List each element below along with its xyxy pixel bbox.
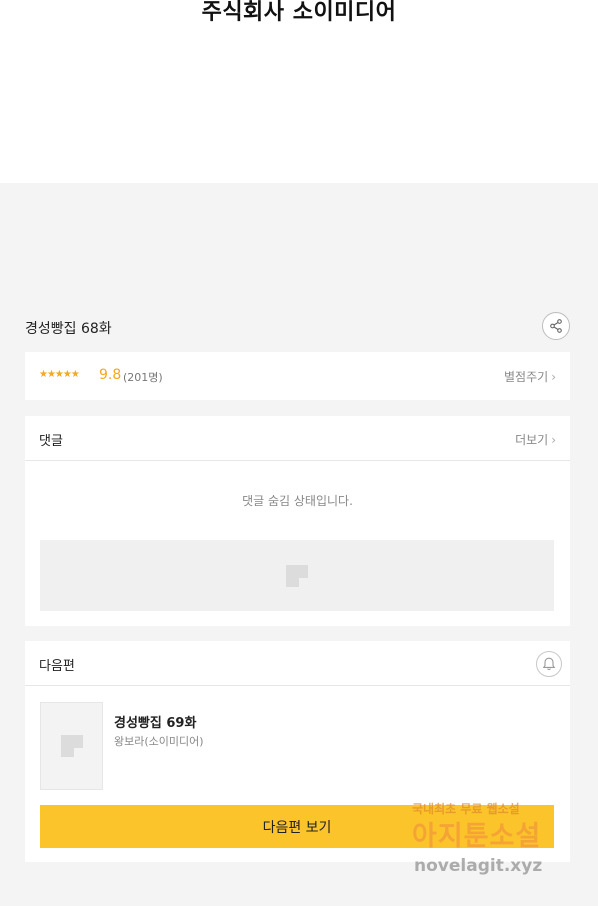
episode-header: 경성빵집 68화 <box>25 310 570 344</box>
rating-score: 9.8 <box>99 367 122 383</box>
chevron-right-icon: › <box>551 433 556 447</box>
next-episode-header: 다음편 <box>25 641 570 686</box>
image-placeholder-icon <box>60 735 83 757</box>
next-episode-author: 왕보라(소이미디어) <box>114 735 204 748</box>
header-area: 주식회사 소이미디어 <box>0 0 598 183</box>
comments-header: 댓글 더보기 › <box>25 416 570 461</box>
watermark: 국내최초 무료 웹소설 아지툰소설 novelagit.xyz <box>410 800 580 890</box>
next-episode-thumbnail[interactable] <box>40 702 103 790</box>
next-episode-title[interactable]: 경성빵집 69화 <box>114 712 196 731</box>
comments-label: 댓글 <box>39 434 63 449</box>
rate-button-label: 별점주기 <box>504 370 549 384</box>
watermark-line3: novelagit.xyz <box>414 856 543 876</box>
next-episode-label: 다음편 <box>39 659 75 674</box>
bell-icon <box>542 657 556 671</box>
chevron-right-icon: › <box>551 370 556 384</box>
share-icon <box>550 319 562 333</box>
ad-placeholder[interactable] <box>40 540 554 611</box>
image-placeholder-icon <box>286 564 308 587</box>
notification-button[interactable] <box>536 651 562 677</box>
comments-more-label: 더보기 <box>515 433 549 447</box>
rating-card: ★★★★★ 9.8 (201명) 별점주기 › <box>25 352 570 400</box>
share-button[interactable] <box>542 312 570 340</box>
watermark-line2: 아지툰소설 <box>412 821 542 852</box>
rate-button[interactable]: 별점주기 › <box>504 368 556 385</box>
company-title: 주식회사 소이미디어 <box>201 0 397 25</box>
next-episode-button-label: 다음편 보기 <box>262 819 332 836</box>
comments-card: 댓글 더보기 › 댓글 숨김 상태입니다. <box>25 416 570 626</box>
episode-title: 경성빵집 68화 <box>25 321 112 337</box>
rating-count: (201명) <box>123 371 163 384</box>
rating-stars-icon: ★★★★★ <box>39 369 80 380</box>
comments-more-button[interactable]: 더보기 › <box>515 431 556 448</box>
comments-hidden-message: 댓글 숨김 상태입니다. <box>242 494 353 508</box>
